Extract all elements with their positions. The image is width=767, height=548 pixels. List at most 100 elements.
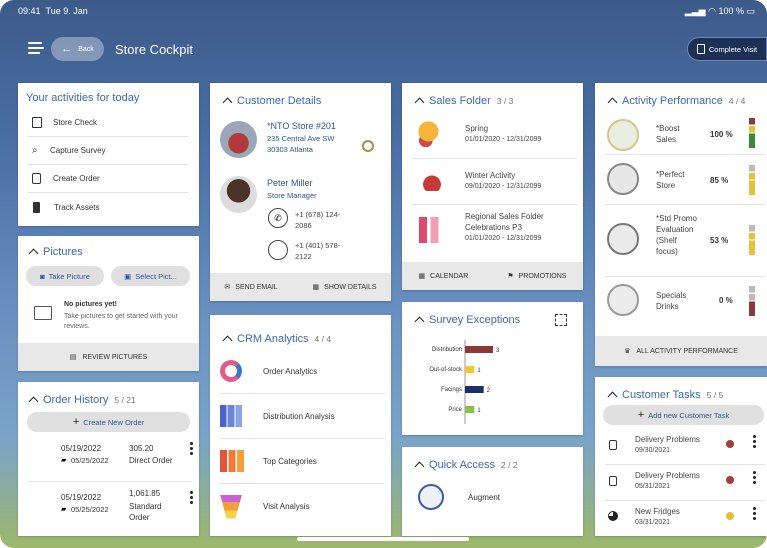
truck-icon: ▰: [61, 506, 67, 513]
more-icon[interactable]: [753, 507, 756, 520]
menu-icon[interactable]: [28, 42, 44, 56]
chevron-up-icon: [28, 396, 39, 407]
performance-indicator: [749, 225, 755, 255]
calendar-button[interactable]: ▦ CALENDAR: [418, 272, 469, 281]
delivery-date: 05/25/2022: [71, 456, 109, 465]
expand-icon[interactable]: [555, 314, 567, 326]
quick-access-item[interactable]: Augment: [414, 481, 574, 513]
store-name[interactable]: *NTO Store #201: [267, 121, 336, 131]
create-order-button[interactable]: + Create New Order: [27, 412, 190, 432]
add-task-label: Add new Customer Task: [648, 410, 730, 420]
top-bar: ← Back Store Cockpit Complete Visit: [0, 30, 767, 70]
activity-store-check[interactable]: Store Check: [28, 109, 188, 137]
back-button[interactable]: ← Back: [51, 37, 104, 61]
no-picture-icon: [34, 306, 52, 320]
customer-details-header[interactable]: Customer Details: [222, 95, 322, 108]
in-progress-icon[interactable]: [608, 511, 618, 521]
chevron-up-icon: [414, 461, 425, 472]
add-task-button[interactable]: + Add new Customer Task: [603, 405, 764, 425]
order-history-header[interactable]: Order History 5 / 21: [28, 394, 136, 407]
show-details-button[interactable]: ▦ SHOW DETAILS: [313, 283, 377, 292]
sales-folder-name: Spring: [465, 124, 489, 133]
task-row[interactable]: Delivery Problems 09/30/2021: [605, 429, 765, 465]
sales-folder-name: Regional Sales Folder Celebrations P3: [465, 212, 544, 232]
take-picture-button[interactable]: ◙ Take Picture: [26, 266, 104, 286]
send-email-button[interactable]: ✉ SEND EMAIL: [224, 283, 277, 292]
crm-item-visit-analysis[interactable]: Visit Analysis: [220, 484, 385, 529]
activity-create-order[interactable]: Create Order: [28, 165, 188, 193]
select-picture-label: Select Pict...: [135, 271, 177, 281]
order-amount: 1,061.85: [129, 489, 161, 498]
store-image: [220, 121, 257, 158]
order-icon: [32, 173, 41, 184]
customer-details-title: Customer Details: [237, 95, 322, 107]
customer-tasks-header[interactable]: Customer Tasks 5 / 5: [607, 389, 723, 402]
performance-row[interactable]: Specials Drinks 0 %: [605, 277, 765, 322]
store-address-line2[interactable]: 30303 Atlanta: [267, 145, 313, 154]
activity-performance-card: Activity Performance 4 / 4 *Boost Sales 1…: [595, 83, 767, 366]
performance-row[interactable]: *Boost Sales 100 %: [605, 113, 765, 155]
boost-sales-icon: [607, 119, 639, 151]
activity-capture-survey[interactable]: ⌕ Capture Survey: [28, 137, 188, 165]
more-icon[interactable]: [753, 435, 756, 448]
sales-folder-item[interactable]: Spring 01/01/2020 - 12/31/2099: [412, 115, 577, 159]
performance-row[interactable]: *Perfect Store 85 %: [605, 155, 765, 205]
chart-category-label: Facings: [441, 387, 462, 393]
sales-folder-item[interactable]: Winter Activity 09/01/2020 - 12/31/2099: [412, 159, 577, 205]
more-icon[interactable]: [190, 491, 193, 504]
home-indicator[interactable]: [297, 537, 469, 541]
chart-value-label: 3: [496, 348, 500, 354]
customer-tasks-card: Customer Tasks 5 / 5 + Add new Customer Ta…: [595, 377, 767, 536]
phone-icon[interactable]: ✆: [268, 208, 288, 228]
task-row[interactable]: New Fridges 03/31/2021: [605, 501, 765, 535]
activities-title: Your activities for today: [26, 92, 140, 104]
crm-item-top-categories[interactable]: Top Categories: [220, 439, 385, 484]
truck-icon: ▰: [61, 457, 67, 464]
select-picture-button[interactable]: ▣ Select Pict...: [111, 266, 190, 286]
chevron-up-icon: [222, 97, 233, 108]
mobile-number[interactable]: +1 (401) 578-2122: [295, 240, 350, 262]
promotions-button[interactable]: ⚑ PROMOTIONS: [507, 272, 566, 281]
checkbox-icon[interactable]: [609, 476, 617, 486]
performance-percent: 100 %: [710, 130, 733, 139]
customer-tasks-title: Customer Tasks: [622, 389, 701, 401]
sales-folder-dates: 01/01/2020 - 12/31/2099: [465, 235, 542, 242]
crm-item-order-analytics[interactable]: Order Analytics: [220, 349, 385, 394]
more-icon[interactable]: [190, 442, 193, 455]
order-history-card: Order History 5 / 21 + Create New Order 05…: [18, 382, 199, 536]
activity-performance-header[interactable]: Activity Performance 4 / 4: [607, 95, 746, 108]
all-activity-performance-button[interactable]: ♛ ALL ACTIVITY PERFORMANCE: [595, 336, 767, 366]
trophy-icon: ♛: [624, 348, 631, 355]
performance-row[interactable]: *Std Promo Evaluation (Shelf focus) 53 %: [605, 205, 765, 277]
task-row[interactable]: Delivery Problems 05/31/2021: [605, 465, 765, 501]
phone-number[interactable]: +1 (678) 124-2086: [295, 209, 350, 231]
complete-visit-button[interactable]: Complete Visit: [687, 37, 767, 61]
asset-icon: [33, 201, 40, 213]
activity-label: Capture Survey: [50, 146, 106, 155]
sales-folder-header[interactable]: Sales Folder 3 / 3: [414, 95, 513, 108]
order-row[interactable]: 05/19/2022 ▰ 05/25/2022 1,061.85 Standar…: [28, 482, 193, 527]
crm-analytics-header[interactable]: CRM Analytics 4 / 4: [222, 333, 331, 346]
sales-folder-item[interactable]: Regional Sales Folder Celebrations P3 01…: [412, 205, 577, 257]
store-address-line1[interactable]: 235 Central Ave SW: [267, 134, 334, 143]
activity-track-assets[interactable]: Track Assets: [28, 193, 188, 221]
all-activity-performance-label: ALL ACTIVITY PERFORMANCE: [636, 347, 738, 355]
survey-exceptions-header[interactable]: Survey Exceptions: [414, 314, 520, 327]
calendar-icon: ▦: [418, 273, 426, 280]
plus-icon: +: [72, 416, 80, 428]
order-row[interactable]: 05/19/2022 ▰ 05/25/2022 305.20 Direct Or…: [28, 437, 193, 482]
task-name: Delivery Problems: [635, 471, 700, 480]
back-label: Back: [78, 45, 94, 53]
more-icon[interactable]: [753, 471, 756, 484]
survey-icon: ⌕: [32, 145, 38, 156]
crm-item-distribution-analysis[interactable]: Distribution Analysis: [220, 394, 385, 439]
quick-access-header[interactable]: Quick Access 2 / 2: [414, 459, 518, 472]
pictures-header[interactable]: Pictures: [28, 246, 83, 259]
activity-label: Track Assets: [54, 202, 100, 212]
review-pictures-button[interactable]: ▤ REVIEW PICTURES: [18, 343, 199, 371]
app-frame: 09:41 Tue 9. Jan ▂▃▅ ◠ 100 % ▭ ← Back Sto…: [0, 0, 767, 548]
checkbox-icon[interactable]: [609, 440, 617, 450]
mobile-icon[interactable]: [268, 240, 288, 260]
activity-performance-count: 4 / 4: [728, 96, 746, 106]
clipboard-icon: [32, 117, 42, 128]
